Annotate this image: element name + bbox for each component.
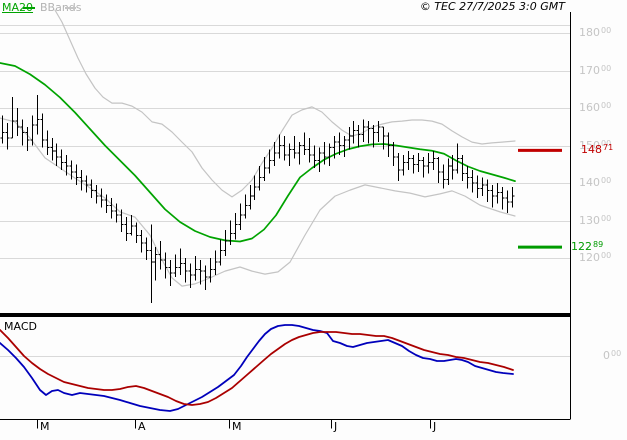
support-price-label: 12289 (571, 240, 603, 254)
price-axis-label: 18000 (579, 26, 612, 39)
price-axis-label: 13000 (579, 214, 612, 227)
ma20-legend-swatch (23, 7, 35, 9)
chart-canvas: MA20 BBands © TEC 27/7/2025 3:0 GMT 1800… (0, 0, 627, 440)
price-axis-label: 17000 (579, 64, 612, 77)
price-axis-label: 14000 (579, 176, 612, 189)
month-axis-label: M (40, 420, 50, 433)
macd-zero-sup: 00 (611, 349, 622, 358)
support-price-sup: 89 (593, 240, 604, 249)
bbands-legend-swatch (65, 7, 76, 9)
month-axis-label: J (334, 420, 338, 433)
macd-panel-title: MACD (4, 320, 37, 333)
resistance-price-label: 14871 (581, 143, 613, 157)
month-axis-label: A (138, 420, 146, 433)
month-axis-label: J (433, 420, 437, 433)
macd-zero-main: 0 (603, 349, 610, 362)
support-price-main: 122 (571, 240, 592, 253)
month-axis-label: M (232, 420, 242, 433)
price-macd-chart (0, 9, 571, 429)
copyright-text: © TEC 27/7/2025 3:0 GMT (419, 0, 565, 13)
macd-zero-label: 000 (603, 349, 621, 363)
price-axis-label: 16000 (579, 101, 612, 114)
resistance-price-sup: 71 (603, 143, 614, 152)
resistance-price-main: 148 (581, 143, 602, 156)
